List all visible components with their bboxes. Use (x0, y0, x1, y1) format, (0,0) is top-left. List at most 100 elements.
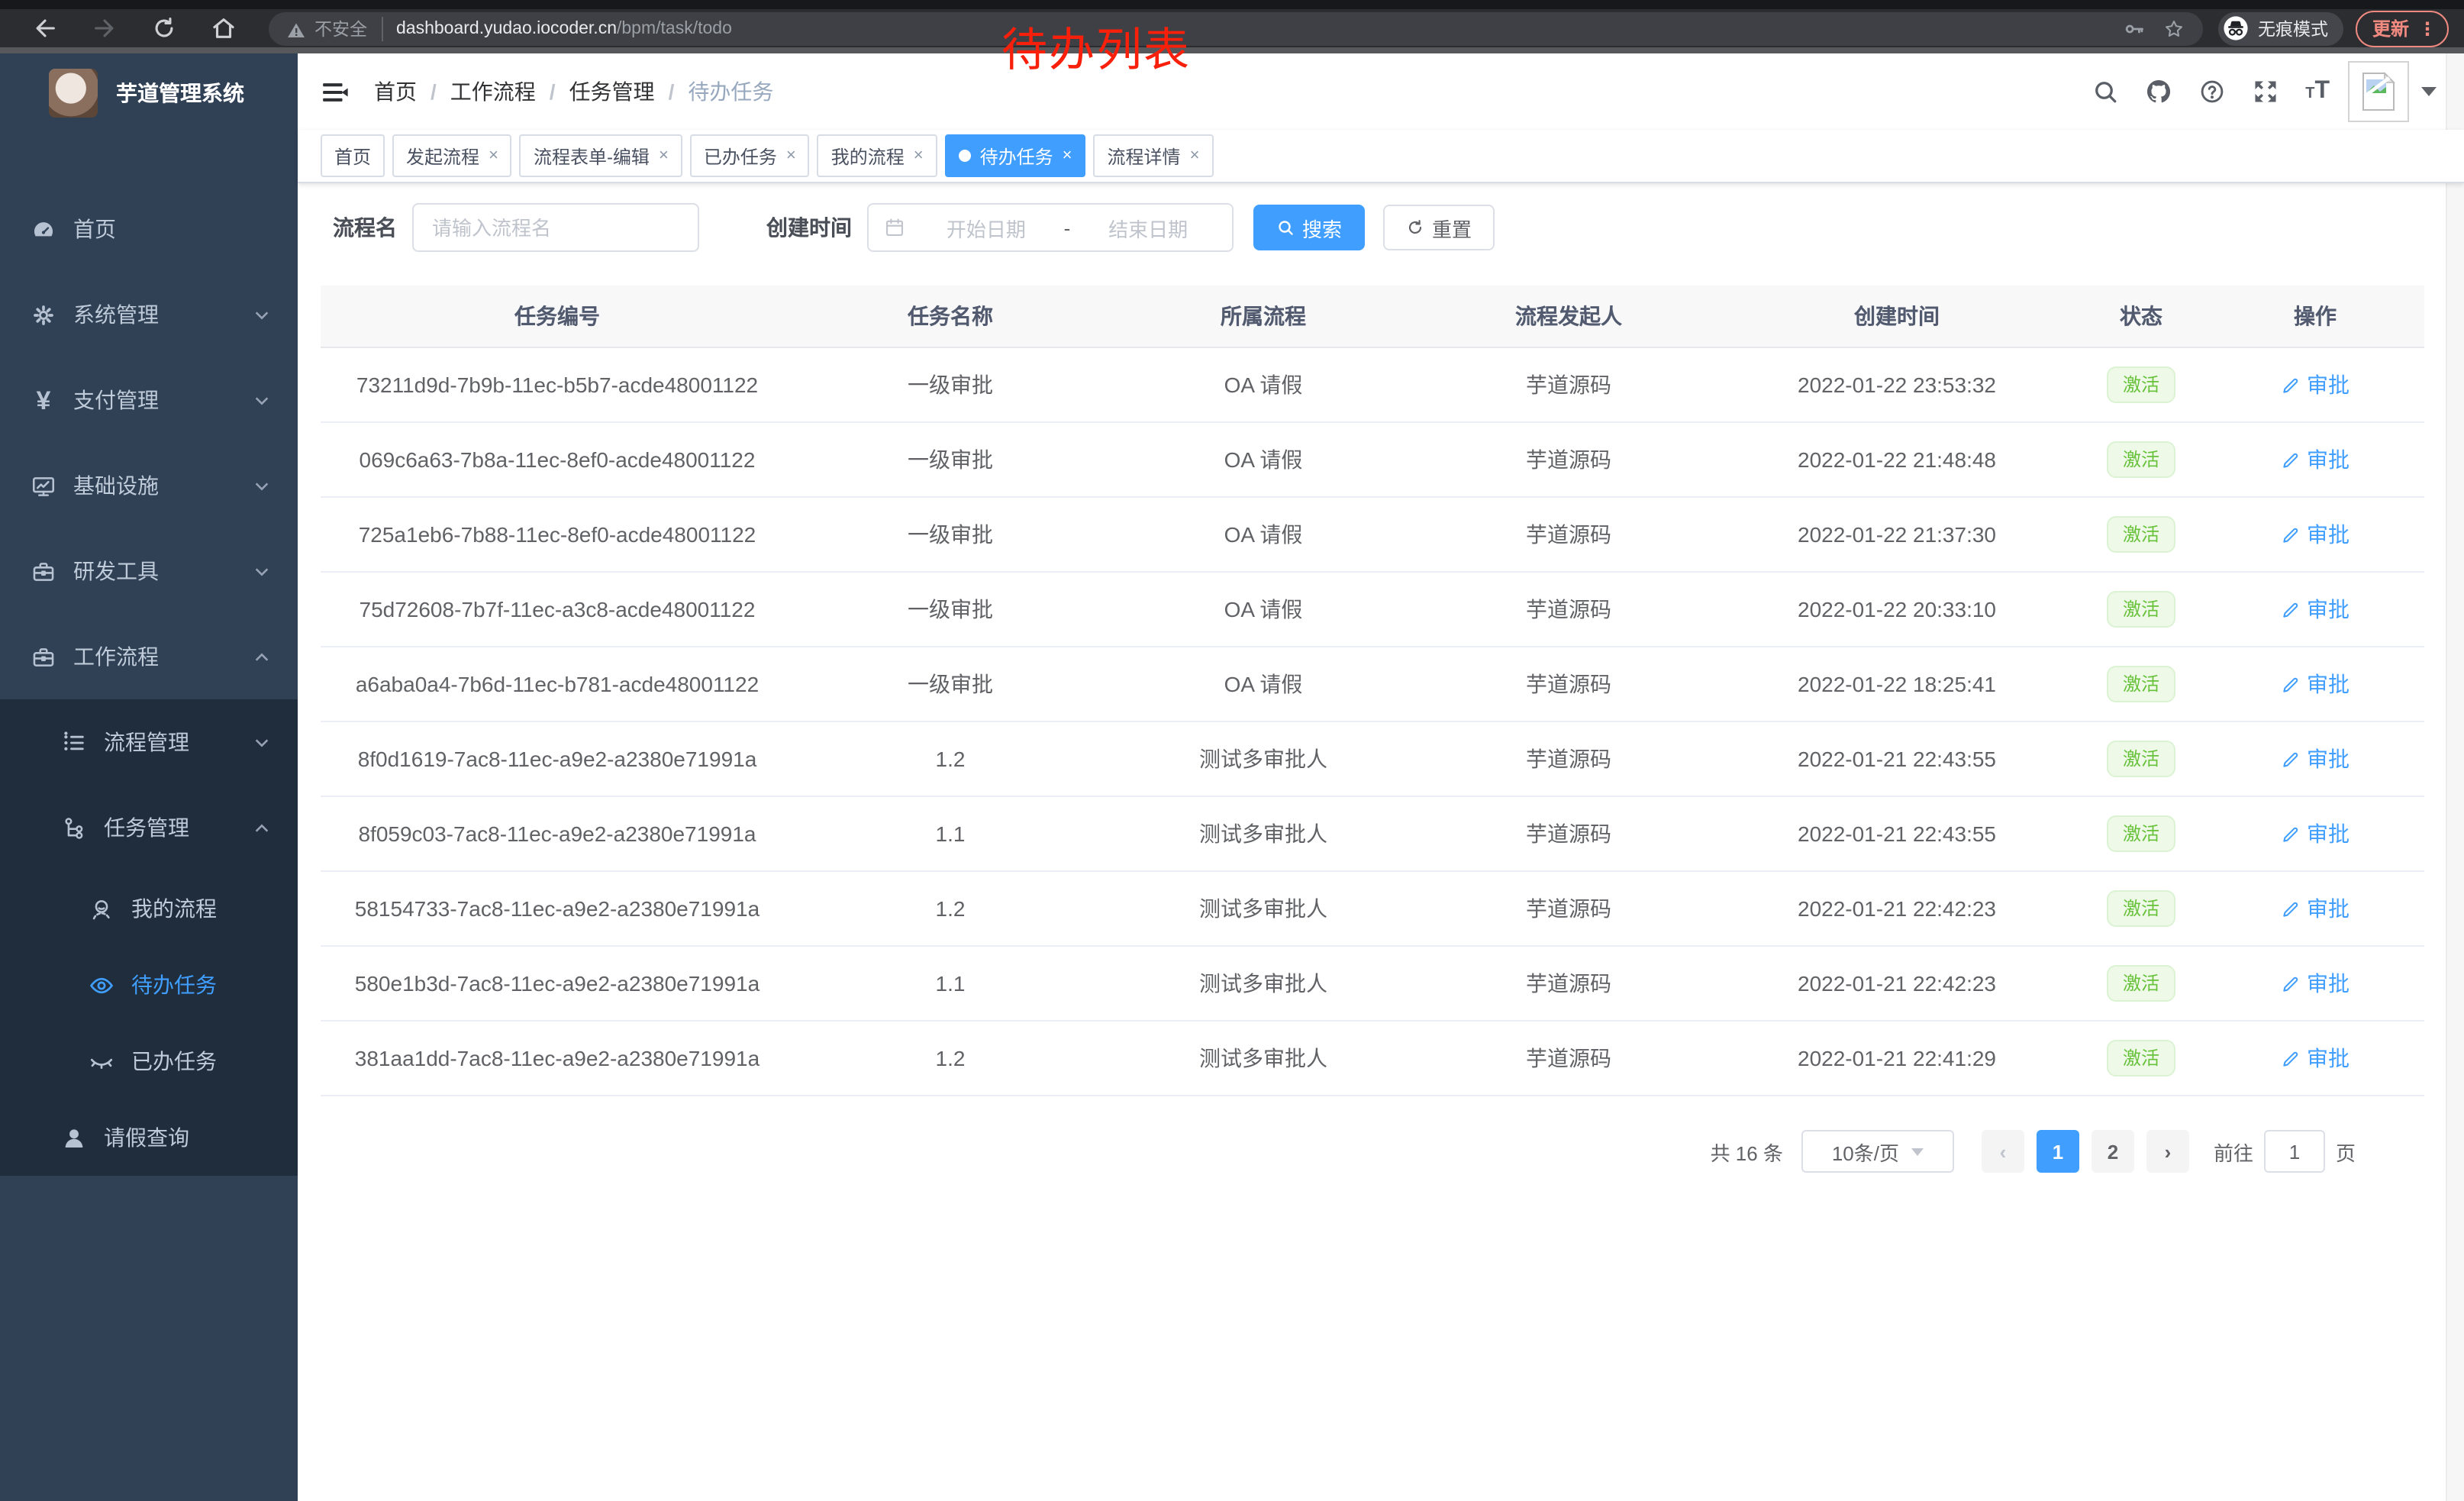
start-date-placeholder[interactable]: 开始日期 (918, 213, 1055, 242)
cell-process: OA 请假 (1107, 422, 1420, 497)
tab-my-process[interactable]: 我的流程× (818, 134, 937, 177)
approve-link[interactable]: 审批 (2281, 893, 2350, 924)
back-icon[interactable] (32, 15, 58, 41)
navbar: 首页 / 工作流程 / 任务管理 / 待办任务 TT (298, 53, 2464, 130)
tab-home[interactable]: 首页 (321, 134, 385, 177)
breadcrumb-separator: / (669, 79, 675, 104)
tab-form-edit[interactable]: 流程表单-编辑× (520, 134, 682, 177)
search-icon[interactable] (2091, 78, 2119, 105)
status-badge: 激活 (2108, 890, 2175, 927)
tab-done-tasks[interactable]: 已办任务× (690, 134, 810, 177)
sidebar-item-process-management[interactable]: 流程管理 (0, 699, 298, 785)
breadcrumb-home[interactable]: 首页 (374, 76, 417, 107)
filter-bar: 流程名 创建时间 开始日期 - 结束日期 搜索 重置 (333, 203, 2464, 252)
tab-label: 首页 (334, 143, 371, 169)
bookmark-star-icon[interactable] (2163, 18, 2185, 39)
avatar-caret-icon[interactable] (2421, 87, 2437, 96)
approve-link[interactable]: 审批 (2281, 370, 2350, 400)
prev-page-button[interactable]: ‹ (1982, 1130, 2024, 1173)
page-button-1[interactable]: 1 (2037, 1130, 2079, 1173)
password-key-icon[interactable] (2124, 18, 2145, 39)
sidebar-item-payment[interactable]: ¥ 支付管理 (0, 357, 298, 443)
process-name-input[interactable] (412, 203, 699, 252)
next-page-button[interactable]: › (2146, 1130, 2189, 1173)
app-frame: 芋道管理系统 首页 系统管理 ¥ 支付管理 (0, 53, 2464, 1501)
search-button[interactable]: 搜索 (1253, 205, 1365, 250)
forward-icon[interactable] (92, 15, 118, 41)
browser-menu-icon[interactable]: ⋮ (2418, 18, 2437, 39)
approve-link[interactable]: 审批 (2281, 669, 2350, 699)
edit-icon (2281, 674, 2301, 694)
table-header-row: 任务编号 任务名称 所属流程 流程发起人 创建时间 状态 操作 (321, 286, 2424, 347)
avatar[interactable] (2348, 61, 2409, 122)
tab-start-process[interactable]: 发起流程× (392, 134, 512, 177)
reset-button[interactable]: 重置 (1383, 205, 1495, 250)
breadcrumb: 首页 / 工作流程 / 任务管理 / 待办任务 (374, 76, 773, 107)
status-badge: 激活 (2108, 516, 2175, 553)
approve-link[interactable]: 审批 (2281, 818, 2350, 849)
close-icon[interactable]: × (659, 147, 669, 165)
app-title: 芋道管理系统 (116, 78, 244, 108)
url-text[interactable]: dashboard.yudao.iocoder.cn/bpm/task/todo (396, 19, 732, 37)
goto-page-input[interactable] (2264, 1130, 2325, 1173)
page-size-select[interactable]: 10条/页 (1801, 1130, 1954, 1173)
tab-todo-tasks[interactable]: 待办任务× (945, 134, 1086, 177)
cell-create-time: 2022-01-21 22:42:23 (1717, 871, 2076, 946)
logo-row[interactable]: 芋道管理系统 (0, 53, 298, 133)
approve-link[interactable]: 审批 (2281, 1043, 2350, 1073)
chevron-down-icon (253, 734, 270, 750)
search-button-label: 搜索 (1302, 213, 1342, 242)
reload-icon[interactable] (151, 15, 177, 41)
cell-task-id: 58154733-7ac8-11ec-a9e2-a2380e71991a (321, 871, 794, 946)
sidebar-item-leave-query[interactable]: 请假查询 (0, 1099, 298, 1176)
page-button-2[interactable]: 2 (2091, 1130, 2134, 1173)
close-icon[interactable]: × (1190, 147, 1200, 165)
date-range-picker[interactable]: 开始日期 - 结束日期 (867, 203, 1234, 252)
cell-initiator: 芋道源码 (1420, 497, 1717, 572)
sidebar-item-dev-tools[interactable]: 研发工具 (0, 528, 298, 614)
browser-update-button[interactable]: 更新 ⋮ (2356, 10, 2449, 47)
sidebar-item-todo-tasks[interactable]: 待办任务 (0, 947, 298, 1023)
approve-link[interactable]: 审批 (2281, 594, 2350, 625)
close-icon[interactable]: × (489, 147, 498, 165)
github-icon[interactable] (2145, 78, 2172, 105)
cell-process: 测试多审批人 (1107, 721, 1420, 796)
sidebar-item-workflow[interactable]: 工作流程 (0, 614, 298, 699)
sidebar-item-system[interactable]: 系统管理 (0, 272, 298, 357)
help-icon[interactable] (2198, 78, 2226, 105)
text-size-icon[interactable]: TT (2305, 78, 2330, 105)
sidebar-item-done-tasks[interactable]: 已办任务 (0, 1023, 298, 1099)
sidebar-item-home[interactable]: 首页 (0, 186, 298, 272)
breadcrumb-workflow[interactable]: 工作流程 (450, 76, 536, 107)
sidebar-item-my-process[interactable]: 我的流程 (0, 870, 298, 947)
close-icon[interactable]: × (914, 147, 924, 165)
home-icon[interactable] (211, 15, 237, 41)
approve-link[interactable]: 审批 (2281, 744, 2350, 774)
cell-task-id: 069c6a63-7b8a-11ec-8ef0-acde48001122 (321, 422, 794, 497)
breadcrumb-task-management[interactable]: 任务管理 (569, 76, 655, 107)
fullscreen-icon[interactable] (2252, 78, 2279, 105)
table-row: a6aba0a4-7b6d-11ec-b781-acde48001122 一级审… (321, 647, 2424, 721)
page-scrollbar[interactable] (2446, 53, 2464, 1501)
status-badge: 激活 (2108, 366, 2175, 403)
end-date-placeholder[interactable]: 结束日期 (1079, 213, 1217, 242)
cell-create-time: 2022-01-21 22:43:55 (1717, 796, 2076, 871)
url-bar[interactable]: 不安全 dashboard.yudao.iocoder.cn/bpm/task/… (269, 11, 2203, 45)
chevron-down-icon (253, 563, 270, 579)
close-icon[interactable]: × (1063, 147, 1072, 165)
approve-link[interactable]: 审批 (2281, 968, 2350, 999)
cell-task-id: 73211d9d-7b9b-11ec-b5b7-acde48001122 (321, 347, 794, 422)
sidebar-toggle-icon[interactable] (321, 77, 350, 106)
sidebar-item-infrastructure[interactable]: 基础设施 (0, 443, 298, 528)
approve-link[interactable]: 审批 (2281, 519, 2350, 550)
tab-process-detail[interactable]: 流程详情× (1094, 134, 1214, 177)
cell-process: OA 请假 (1107, 572, 1420, 647)
security-label[interactable]: 不安全 (314, 16, 382, 40)
sidebar-item-task-management[interactable]: 任务管理 (0, 785, 298, 870)
incognito-badge[interactable]: 无痕模式 (2218, 11, 2343, 45)
status-badge: 激活 (2108, 741, 2175, 777)
status-badge: 激活 (2108, 1040, 2175, 1077)
approve-link[interactable]: 审批 (2281, 444, 2350, 475)
cell-create-time: 2022-01-22 18:25:41 (1717, 647, 2076, 721)
close-icon[interactable]: × (786, 147, 796, 165)
